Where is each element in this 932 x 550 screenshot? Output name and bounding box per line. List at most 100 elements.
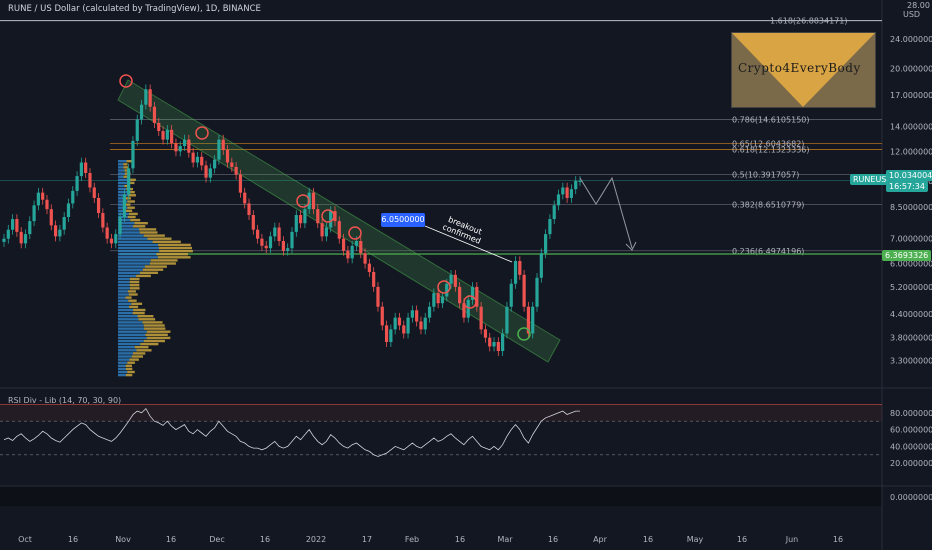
volume-bar-down [128,194,136,196]
price-tick: 5.2000000 [890,283,932,292]
volume-bar-up [118,303,131,305]
candle-body [161,131,164,140]
price-tick: 8.5000000 [890,203,932,212]
volume-bar-up [118,278,130,280]
candle-body [381,307,384,326]
rsi-indicator-label[interactable]: RSI Div - Lib (14, 70, 30, 90) [8,396,121,405]
time-tick: Oct [18,535,32,544]
candle-body [351,246,354,259]
candle-body [394,318,397,330]
volume-bar-up [118,309,133,311]
currency-label[interactable]: USD [900,9,923,20]
volume-bar-down [139,228,156,230]
candle-body [299,215,302,223]
volume-bar-up [118,334,145,336]
volume-bar-up [118,250,159,252]
volume-bar-up [118,163,123,165]
volume-bar-up [118,327,144,329]
candle-body [540,253,543,278]
time-tick: Dec [209,535,224,544]
time-tick: Jun [785,535,799,544]
volume-bar-up [118,374,126,376]
support-price-tag: 6.3693326 [882,250,931,261]
chart-window: 1.618(26.8834171) 0.786(14.6105150) 0.65(1… [0,0,932,550]
time-tick: Feb [405,535,419,544]
volume-bar-down [140,272,158,274]
candle-body [497,342,500,351]
volume-bar-down [129,293,138,295]
fib-label: 1.618(26.8834171) [770,17,848,26]
volume-bar-down [147,331,171,333]
volume-bar-up [118,256,158,258]
candle-body [222,140,225,150]
volume-bar-up [118,287,130,289]
candle-body [11,219,14,230]
volume-bar-up [118,234,144,236]
watermark-logo: Crypto4EveryBody [731,32,876,108]
volume-bar-up [118,272,140,274]
volume-bar-down [144,340,165,342]
volume-bar-up [118,368,126,370]
time-tick: 16 [166,535,176,544]
candle-body [24,234,27,243]
volume-bar-up [118,241,153,243]
candle-body [15,219,18,232]
candle-body [127,168,130,194]
time-tick: 16 [737,535,747,544]
candle-body [518,261,521,275]
volume-bar-up [118,265,145,267]
volume-bar-up [118,337,147,339]
candle-body [166,130,169,140]
volume-bar-down [130,278,140,280]
candle-body [170,130,173,144]
price-tick: 14.0000000 [890,122,932,131]
candle-body [570,189,573,198]
candle-body [458,287,461,303]
candle-body [187,140,190,153]
volume-bar-down [126,210,132,212]
volume-bar-down [129,213,138,215]
volume-bar-up [118,275,136,277]
candle-body [157,123,160,131]
volume-bar-up [118,321,143,323]
volume-bar-down [132,355,143,357]
volume-bar-down [126,374,132,376]
volume-bar-up [118,362,127,364]
time-tick: Mar [497,535,513,544]
volume-bar-down [133,225,145,227]
candle-body [114,234,117,243]
volume-bar-up [118,169,124,171]
volume-bar-up [118,355,132,357]
time-tick: 16 [455,535,465,544]
candle-body [557,194,560,205]
candle-body [553,205,556,219]
candle-body [230,163,233,167]
volume-bar-down [130,281,140,283]
candle-body [179,146,182,151]
time-tick: 16 [833,535,843,544]
candle-body [406,318,409,334]
candle-body [531,307,534,334]
candle-body [123,194,126,217]
volume-bar-down [136,349,151,351]
candle-body [415,310,418,321]
fib-label: 0.5(10.3917057) [732,171,799,180]
volume-bar-up [118,259,151,261]
candle-body [243,193,246,204]
candle-body [20,232,23,243]
price-tick: 4.4000000 [890,310,932,319]
candle-body [424,318,427,330]
candle-body [338,221,341,239]
volume-bar-down [125,197,131,199]
volume-bar-up [118,358,129,360]
volume-bar-up [118,182,127,184]
volume-bar-down [158,244,191,246]
price-callout[interactable]: 6.0500000 [381,213,425,227]
volume-bar-up [118,185,124,187]
candle-body [97,198,100,213]
volume-bar-up [118,300,128,302]
volume-bar-up [118,191,127,193]
candle-body [204,165,207,177]
candle-body [510,284,513,307]
candle-body [106,227,109,238]
